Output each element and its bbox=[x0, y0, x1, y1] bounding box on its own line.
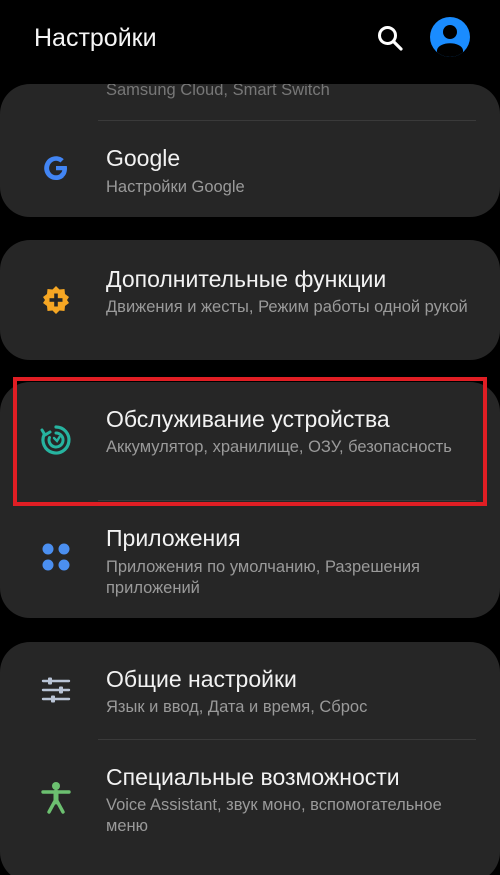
settings-card-advanced: Дополнительные функции Движения и жесты,… bbox=[0, 240, 500, 360]
google-icon bbox=[38, 150, 74, 186]
settings-item-apps[interactable]: Приложения Приложения по умолчанию, Разр… bbox=[0, 501, 500, 618]
settings-card-accounts: Samsung Cloud, Smart Switch Google Настр… bbox=[0, 84, 500, 217]
page-title: Настройки bbox=[34, 24, 157, 52]
sliders-icon bbox=[38, 672, 74, 708]
settings-item-accessibility[interactable]: Специальные возможности Voice Assistant,… bbox=[0, 740, 500, 875]
item-subtitle: Движения и жесты, Режим работы одной рук… bbox=[106, 298, 468, 316]
item-subtitle: Язык и ввод, Дата и время, Сброс bbox=[106, 698, 368, 716]
settings-item-general[interactable]: Общие настройки Язык и ввод, Дата и врем… bbox=[0, 642, 500, 740]
cloud-subtitle: Samsung Cloud, Smart Switch bbox=[106, 84, 330, 99]
highlight-frame bbox=[13, 377, 487, 506]
item-subtitle: Voice Assistant, звук моно, вспомогатель… bbox=[106, 796, 442, 835]
settings-item-advanced-features[interactable]: Дополнительные функции Движения и жесты,… bbox=[0, 240, 500, 360]
item-subtitle: Приложения по умолчанию, Разрешения прил… bbox=[106, 558, 420, 597]
apps-icon bbox=[38, 539, 74, 575]
app-header: Настройки bbox=[0, 0, 500, 78]
item-title: Специальные возможности bbox=[106, 764, 400, 790]
item-subtitle: Настройки Google bbox=[106, 178, 245, 196]
plus-gear-icon bbox=[38, 282, 74, 318]
settings-card-general: Общие настройки Язык и ввод, Дата и врем… bbox=[0, 642, 500, 875]
account-avatar-icon[interactable] bbox=[430, 17, 470, 57]
item-title: Дополнительные функции bbox=[106, 266, 387, 292]
settings-item-google[interactable]: Google Настройки Google bbox=[0, 121, 500, 217]
item-title: Общие настройки bbox=[106, 666, 297, 692]
search-icon[interactable] bbox=[374, 22, 406, 54]
item-title: Приложения bbox=[106, 525, 241, 551]
item-title: Google bbox=[106, 145, 181, 171]
accessibility-icon bbox=[38, 780, 74, 816]
